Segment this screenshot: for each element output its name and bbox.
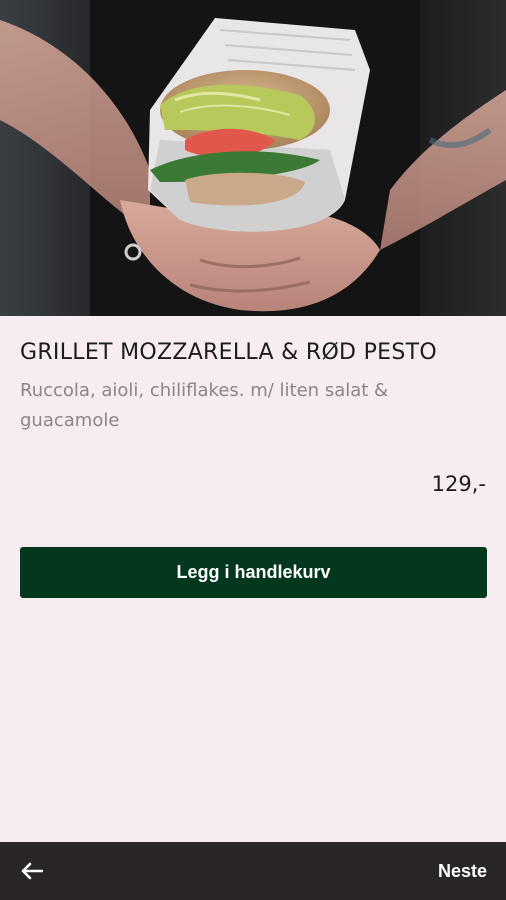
product-description: Ruccola, aioli, chiliflakes. m/ liten sa… (20, 380, 389, 431)
bottom-navigation: Neste (0, 842, 506, 900)
add-to-cart-button[interactable]: Legg i handlekurv (20, 547, 487, 598)
next-button[interactable]: Neste (438, 861, 487, 882)
product-price: 129,- (431, 472, 486, 496)
sandwich-photo (0, 0, 506, 316)
arrow-left-icon (21, 862, 43, 880)
back-button[interactable] (18, 857, 46, 885)
product-image (0, 0, 506, 316)
product-title: GRILLET MOZZARELLA & RØD PESTO (20, 340, 437, 365)
